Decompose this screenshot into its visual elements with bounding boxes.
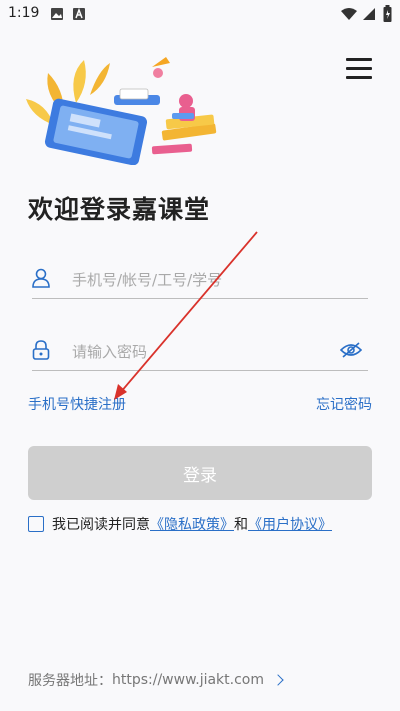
server-url: https://www.jiakt.com	[112, 672, 265, 688]
text-notification-icon	[73, 7, 85, 20]
account-field	[32, 262, 368, 299]
login-button[interactable]: 登录	[28, 446, 372, 500]
lock-icon	[32, 340, 50, 360]
eye-hidden-icon[interactable]	[340, 342, 362, 358]
status-bar: 1:19	[0, 0, 400, 28]
menu-icon[interactable]	[346, 58, 372, 80]
user-agreement-link[interactable]: 《用户协议》	[248, 514, 332, 534]
password-input[interactable]	[70, 338, 344, 366]
server-address-row[interactable]: 服务器地址： https://www.jiakt.com	[28, 670, 284, 690]
agreement-checkbox[interactable]	[28, 516, 44, 532]
page-title: 欢迎登录嘉课堂	[28, 195, 211, 224]
server-label: 服务器地址：	[28, 673, 112, 689]
user-icon	[32, 268, 50, 288]
privacy-policy-link[interactable]: 《隐私政策》	[150, 514, 234, 534]
agreement-and: 和	[234, 517, 248, 533]
chevron-right-icon	[272, 674, 284, 686]
status-time: 1:19	[8, 5, 40, 21]
battery-icon	[383, 5, 392, 22]
signal-icon	[363, 8, 375, 20]
agreement-prefix: 我已阅读并同意	[52, 517, 150, 533]
image-notification-icon	[51, 8, 63, 20]
account-input[interactable]	[70, 266, 344, 294]
forgot-password-link[interactable]: 忘记密码	[316, 394, 372, 414]
quick-register-link[interactable]: 手机号快捷注册	[28, 394, 126, 414]
wifi-icon	[341, 8, 357, 20]
agreement-row: 我已阅读并同意 《隐私政策》 和 《用户协议》	[28, 514, 332, 534]
welcome-illustration	[26, 57, 217, 165]
password-field	[32, 334, 368, 371]
